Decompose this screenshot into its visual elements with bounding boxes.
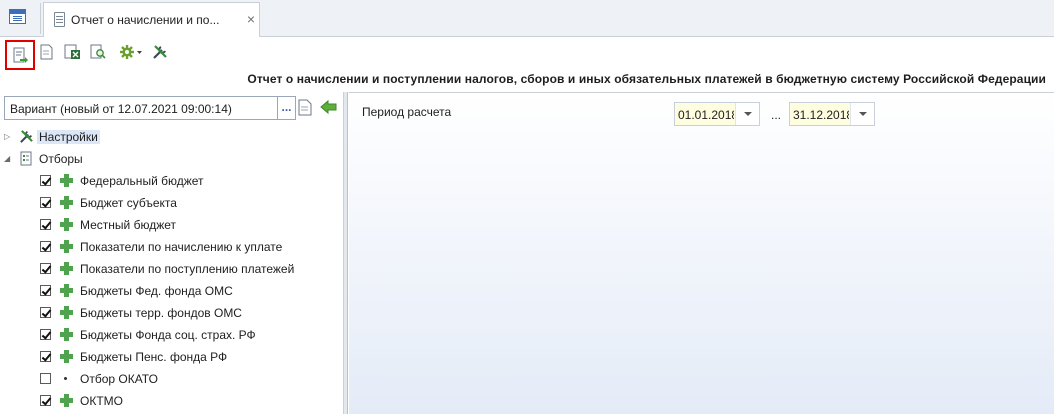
period-from-field[interactable]: 01.01.2018: [674, 102, 760, 126]
period-separator: ...: [771, 108, 782, 122]
plus-icon: [60, 196, 73, 209]
filter-item-label: ОКТМО: [80, 394, 123, 408]
filter-checkbox[interactable]: [40, 373, 51, 384]
variant-field[interactable]: Вариант (новый от 12.07.2021 09:00:14): [4, 96, 278, 120]
print-preview-button[interactable]: [87, 41, 109, 63]
gear-icon: [120, 45, 142, 59]
plus-icon: [60, 306, 73, 319]
report-title: Отчет о начислении и поступлении налогов…: [247, 72, 1046, 86]
settings-panel: Вариант (новый от 12.07.2021 09:00:14) .…: [0, 92, 344, 414]
chevron-down-icon[interactable]: [850, 103, 874, 125]
plus-icon: [60, 262, 73, 275]
tools-button[interactable]: [149, 41, 171, 63]
settings-dropdown-button[interactable]: [116, 41, 144, 63]
tab-close-button[interactable]: ×: [244, 11, 258, 27]
filter-list-icon: [20, 151, 32, 166]
plus-icon: [60, 328, 73, 341]
filter-item[interactable]: Отбор ОКАТО: [0, 368, 344, 390]
new-document-button[interactable]: [37, 41, 59, 63]
tree-node-filters[interactable]: ◢ Отборы: [0, 148, 344, 170]
panel-splitter[interactable]: [344, 92, 348, 414]
collapse-arrow-icon[interactable]: ◢: [4, 154, 12, 164]
plus-icon: [60, 350, 73, 363]
filter-item-label: Бюджеты Фонда соц. страх. РФ: [80, 328, 256, 342]
filter-item[interactable]: Федеральный бюджет: [0, 170, 344, 192]
filter-item-label: Федеральный бюджет: [80, 174, 204, 188]
period-from-value: 01.01.2018: [678, 108, 734, 122]
period-to-field[interactable]: 31.12.2018: [789, 102, 875, 126]
plus-icon: [60, 394, 73, 407]
variant-select-button[interactable]: ...: [278, 96, 296, 120]
plus-icon: [60, 284, 73, 297]
filter-item[interactable]: Бюджеты Пенс. фонда РФ: [0, 346, 344, 368]
plus-icon: [60, 174, 73, 187]
document-icon: [40, 44, 53, 60]
build-report-button[interactable]: [5, 40, 35, 70]
filter-item-label: Местный бюджет: [80, 218, 176, 232]
tree-node-settings-label: Настройки: [37, 130, 100, 144]
filter-checkbox[interactable]: [40, 395, 51, 406]
filter-item[interactable]: Местный бюджет: [0, 214, 344, 236]
build-report-icon: [13, 47, 28, 63]
filter-checkbox[interactable]: [40, 175, 51, 186]
filter-checkbox[interactable]: [40, 307, 51, 318]
period-to-value: 31.12.2018: [793, 108, 849, 122]
export-excel-button[interactable]: [61, 41, 83, 63]
tab-divider: [40, 3, 41, 34]
filter-checkbox[interactable]: [40, 329, 51, 340]
preview-icon: [90, 44, 106, 59]
filter-checkbox[interactable]: [40, 197, 51, 208]
filter-item[interactable]: ОКТМО: [0, 390, 344, 412]
filter-item[interactable]: Бюджеты Фед. фонда ОМС: [0, 280, 344, 302]
filter-item-label: Бюджеты терр. фондов ОМС: [80, 306, 242, 320]
variant-value: Вариант (новый от 12.07.2021 09:00:14): [10, 102, 232, 116]
filter-checkbox[interactable]: [40, 241, 51, 252]
tree-node-filters-label: Отборы: [39, 152, 83, 166]
tab-bar: Отчет о начислении и по... ×: [0, 0, 1054, 38]
filter-item-label: Бюджеты Фед. фонда ОМС: [80, 284, 233, 298]
filter-item-label: Бюджеты Пенс. фонда РФ: [80, 350, 228, 364]
filter-item-label: Показатели по начислению к уплате: [80, 240, 283, 254]
filter-item[interactable]: Бюджеты Фонда соц. страх. РФ: [0, 324, 344, 346]
expand-arrow-icon[interactable]: ▷: [4, 132, 12, 142]
tree-node-settings[interactable]: ▷ Настройки: [0, 126, 344, 148]
plus-icon: [60, 240, 73, 253]
filter-item[interactable]: Бюджет субъекта: [0, 192, 344, 214]
app-menu-icon[interactable]: [9, 9, 26, 24]
filter-item[interactable]: Бюджеты терр. фондов ОМС: [0, 302, 344, 324]
plus-icon: [60, 218, 73, 231]
toolbar: [0, 37, 1054, 70]
filter-item-label: Отбор ОКАТО: [80, 372, 158, 386]
tab-report[interactable]: Отчет о начислении и по... ×: [43, 2, 260, 38]
dot-icon: [64, 377, 67, 380]
filter-item-label: Бюджет субъекта: [80, 196, 177, 210]
excel-export-icon: [64, 44, 80, 59]
period-label: Период расчета: [362, 105, 452, 119]
filter-checkbox[interactable]: [40, 351, 51, 362]
filter-checkbox[interactable]: [40, 219, 51, 230]
tab-label: Отчет о начислении и по...: [71, 13, 220, 27]
tools-icon: [20, 130, 33, 143]
filter-checkbox[interactable]: [40, 263, 51, 274]
filter-item[interactable]: Показатели по поступлению платежей: [0, 258, 344, 280]
filter-item[interactable]: Показатели по начислению к уплате: [0, 236, 344, 258]
chevron-down-icon[interactable]: [735, 103, 759, 125]
variant-document-icon[interactable]: [298, 99, 312, 116]
tools-icon: [153, 45, 167, 59]
filter-checkbox[interactable]: [40, 285, 51, 296]
filter-item-label: Показатели по поступлению платежей: [80, 262, 295, 276]
report-document-icon: [54, 12, 65, 27]
report-parameters-panel: Период расчета 01.01.2018 ... 31.12.2018: [349, 92, 1054, 414]
variant-back-icon[interactable]: [320, 99, 338, 116]
